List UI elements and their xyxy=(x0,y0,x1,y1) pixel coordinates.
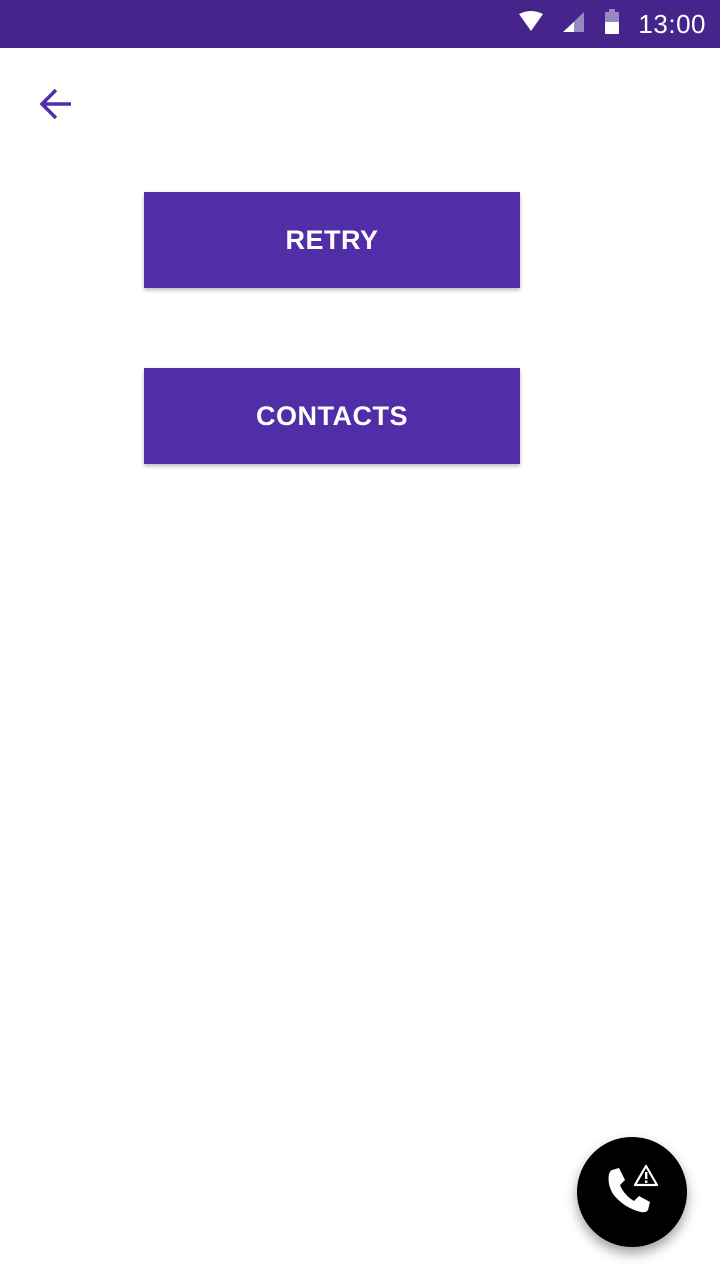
status-time: 13:00 xyxy=(638,8,706,39)
cellular-signal-icon xyxy=(562,11,586,38)
phone-warning-icon xyxy=(604,1164,660,1221)
status-bar: 13:00 xyxy=(0,0,720,48)
screen: 13:00 RETRY CONTACTS xyxy=(0,0,720,1280)
arrow-back-icon xyxy=(38,86,74,127)
back-button[interactable] xyxy=(28,78,84,134)
retry-button[interactable]: RETRY xyxy=(144,192,520,288)
wifi-icon xyxy=(518,10,544,38)
battery-icon xyxy=(604,8,620,40)
call-fab[interactable] xyxy=(577,1137,687,1247)
status-icons: 13:00 xyxy=(518,0,706,48)
contacts-button[interactable]: CONTACTS xyxy=(144,368,520,464)
